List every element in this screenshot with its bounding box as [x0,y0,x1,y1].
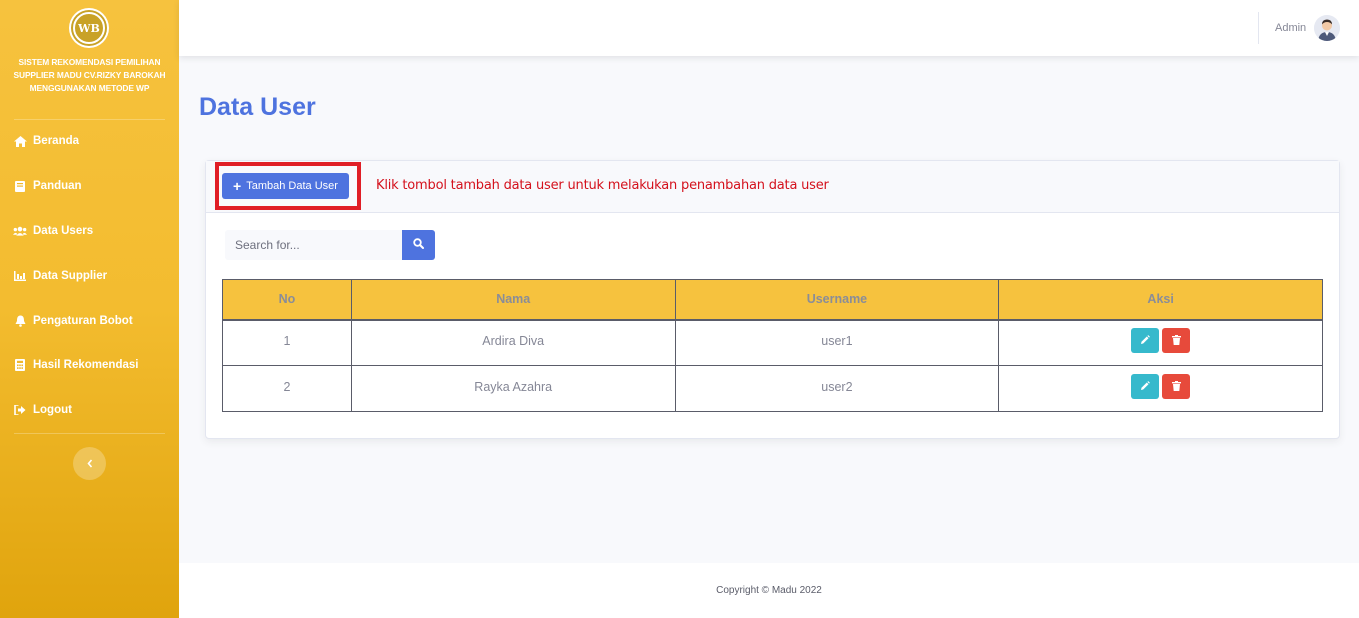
add-user-button-label: Tambah Data User [246,180,338,192]
cell-nama: Rayka Azahra [350,365,676,412]
sidebar-item-label: Logout [33,404,72,416]
brand-logo-text: WB [73,12,105,44]
brand-title-line: MENGGUNAKAN METODE WP [29,83,150,93]
cell-username: user2 [674,365,1000,412]
footer: Copyright © Madu 2022 [179,563,1359,618]
delete-button[interactable] [1162,374,1191,399]
copyright-text: Copyright © Madu 2022 [716,585,822,596]
user-name: Admin [1275,22,1307,34]
pencil-icon [1140,334,1151,348]
sidebar-item-label: Beranda [33,135,80,147]
table-row: 2 Rayka Azahra user2 [222,365,1323,412]
sidebar: WB SISTEM REKOMENDASI PEMILIHAN SUPPLIER… [0,0,179,618]
brand-title-line: SISTEM REKOMENDASI PEMILIHAN [18,57,161,67]
instruction-text: Klik tombol tambah data user untuk melak… [376,178,829,193]
cell-no: 2 [222,365,352,412]
book-icon [13,180,27,192]
cell-username: user1 [674,319,1000,366]
column-header-no: No [222,279,352,321]
sidebar-item-hasil-rekomendasi[interactable]: Hasil Rekomendasi [0,343,179,387]
sidebar-divider [14,433,165,434]
chart-icon [13,270,27,282]
sidebar-brand[interactable]: WB SISTEM REKOMENDASI PEMILIHAN SUPPLIER… [0,0,179,118]
card-header: + Tambah Data User Klik tombol tambah da… [206,161,1339,213]
topbar-divider [1258,12,1259,44]
search-button[interactable] [402,230,435,260]
sidebar-item-logout[interactable]: Logout [0,388,179,432]
sidebar-item-beranda[interactable]: Beranda [0,119,179,163]
sidebar-item-label: Panduan [33,180,82,192]
row-actions [1131,328,1191,354]
add-user-button[interactable]: + Tambah Data User [222,173,349,199]
column-header-nama: Nama [350,279,676,321]
search-input[interactable] [225,230,402,260]
edit-button[interactable] [1131,328,1160,354]
sidebar-item-label: Pengaturan Bobot [33,315,133,327]
cell-aksi [998,365,1323,412]
search-form [225,230,435,260]
trash-icon [1171,334,1181,348]
sidebar-item-data-supplier[interactable]: Data Supplier [0,254,179,298]
data-user-card: + Tambah Data User Klik tombol tambah da… [205,160,1340,439]
calculator-icon [13,359,27,371]
user-dropdown[interactable]: Admin [1275,14,1341,42]
page-title: Data User [199,93,316,121]
column-header-aksi: Aksi [998,279,1323,321]
sidebar-item-label: Data Users [33,225,94,237]
avatar [1314,15,1341,41]
brand-title: SISTEM REKOMENDASI PEMILIHAN SUPPLIER MA… [4,56,175,95]
cell-aksi [998,319,1323,366]
sidebar-item-data-users[interactable]: Data Users [0,209,179,253]
bell-icon [13,315,27,327]
topbar: Admin [179,0,1359,56]
sidebar-toggle-button[interactable] [73,447,106,480]
delete-button[interactable] [1162,328,1191,354]
row-actions [1131,374,1191,399]
search-icon [413,236,424,254]
plus-icon: + [233,178,242,194]
trash-icon [1171,380,1181,394]
edit-button[interactable] [1131,374,1160,399]
table-row: 1 Ardira Diva user1 [222,319,1323,366]
brand-title-line: SUPPLIER MADU CV.RIZKY BAROKAH [13,70,166,80]
cell-no: 1 [222,319,352,366]
user-table: No Nama Username Aksi 1 Ardira Diva user… [222,279,1323,412]
sidebar-item-panduan[interactable]: Panduan [0,164,179,208]
brand-logo: WB [69,8,109,48]
pencil-icon [1140,380,1151,394]
table-header-row: No Nama Username Aksi [222,279,1323,321]
users-icon [13,225,27,237]
sidebar-item-label: Hasil Rekomendasi [33,359,139,371]
sidebar-item-label: Data Supplier [33,270,108,282]
logout-icon [13,404,27,416]
cell-nama: Ardira Diva [350,319,676,366]
sidebar-item-pengaturan-bobot[interactable]: Pengaturan Bobot [0,299,179,343]
column-header-username: Username [674,279,1000,321]
chevron-left-icon [86,455,93,473]
home-icon [13,135,27,147]
